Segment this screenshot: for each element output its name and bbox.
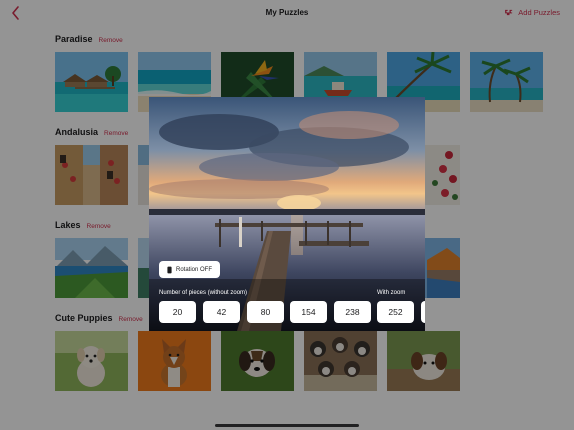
rotation-label: Rotation OFF	[176, 266, 213, 273]
rotation-toggle[interactable]: Rotation OFF	[159, 261, 221, 278]
pieces-option-button[interactable]: 238	[334, 301, 371, 323]
phone-rotation-icon	[167, 266, 172, 273]
pieces-label: Number of pieces (without zoom)	[159, 290, 248, 296]
pieces-option-button[interactable]: 154	[290, 301, 327, 323]
pieces-option-button[interactable]: 20	[159, 301, 196, 323]
puzzle-preview-modal: Rotation OFF Number of pieces (without z…	[149, 97, 425, 331]
zoom-label: With zoom	[377, 290, 406, 296]
pieces-option-button[interactable]: 80	[247, 301, 284, 323]
pieces-option-button[interactable]: 252	[377, 301, 414, 323]
pieces-option-button-partial[interactable]	[421, 301, 425, 323]
pieces-option-button[interactable]: 42	[203, 301, 240, 323]
